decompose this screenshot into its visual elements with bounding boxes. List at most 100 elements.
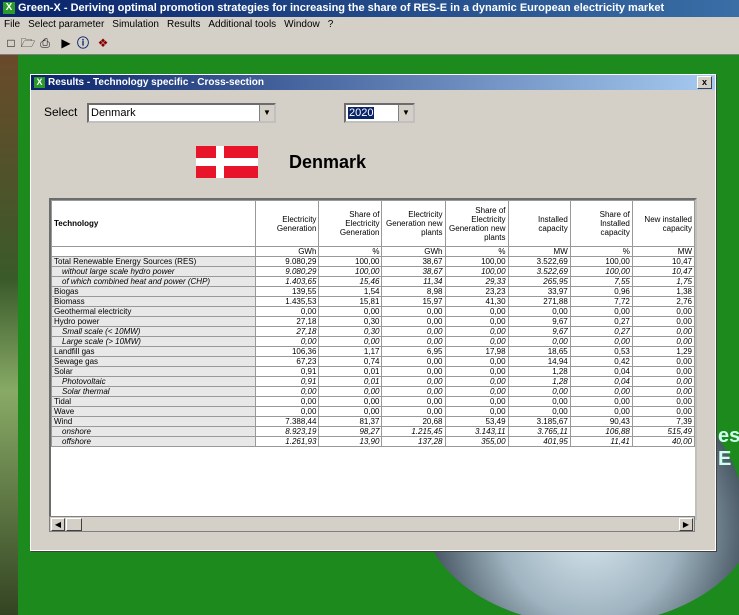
menu-results[interactable]: Results xyxy=(163,17,204,32)
table-row[interactable]: Tidal 0,00 0,00 0,00 0,00 0,00 0,00 0,00 xyxy=(51,396,695,407)
value-cell: 0,00 xyxy=(631,386,695,397)
value-cell: 0,04 xyxy=(569,376,633,387)
table-row[interactable]: Wind 7.388,44 81,37 20,68 53,49 3.185,67 90,43… xyxy=(51,416,695,427)
scroll-left-icon[interactable]: ◀ xyxy=(51,518,65,531)
technology-name-cell: offshore xyxy=(51,436,257,447)
value-cell: 23,23 xyxy=(444,286,509,297)
table-unit-row: GWh % GWh % MW % MW xyxy=(51,246,695,257)
value-cell: 7,55 xyxy=(569,276,633,287)
value-cell: 0,00 xyxy=(444,306,509,317)
menu-select-parameter[interactable]: Select parameter xyxy=(24,17,108,32)
dialog-titlebar[interactable]: X Results - Technology specific - Cross-s… xyxy=(31,75,715,90)
value-cell: 0,00 xyxy=(318,306,383,317)
technology-name-cell: Large scale (> 10MW) xyxy=(51,336,257,347)
value-cell: 0,53 xyxy=(569,346,633,357)
table-row[interactable]: Solar thermal 0,00 0,00 0,00 0,00 0,00 0,00 0,0… xyxy=(51,386,695,397)
menu-window[interactable]: Window xyxy=(280,17,324,32)
technology-name-cell: Small scale (< 10MW) xyxy=(51,326,257,337)
green-x-icon: X xyxy=(3,2,15,14)
table-row[interactable]: Geothermal electricity 0,00 0,00 0,00 0,00 0,… xyxy=(51,306,695,317)
value-cell: 1,17 xyxy=(318,346,383,357)
technology-name-cell: of which combined heat and power (CHP) xyxy=(51,276,257,287)
value-cell: 1.403,65 xyxy=(255,276,320,287)
value-cell: 100,00 xyxy=(569,266,633,277)
menu-simulation[interactable]: Simulation xyxy=(108,17,163,32)
table-row[interactable]: of which combined heat and power (CHP) 1.… xyxy=(51,276,695,287)
table-row[interactable]: Hydro power 27,18 0,30 0,00 0,00 9,67 0,27 0,00 xyxy=(51,316,695,327)
chevron-down-icon[interactable]: ▼ xyxy=(259,105,274,121)
value-cell: 0,00 xyxy=(444,386,509,397)
menu-additional-tools[interactable]: Additional tools xyxy=(204,17,280,32)
year-select[interactable]: 2020 ▼ xyxy=(344,103,415,123)
value-cell: 1,75 xyxy=(631,276,695,287)
value-cell: 15,46 xyxy=(318,276,383,287)
table-row[interactable]: Small scale (< 10MW) 27,18 0,30 0,00 0,00 9,6… xyxy=(51,326,695,337)
value-cell: 0,00 xyxy=(255,396,320,407)
value-cell: 0,00 xyxy=(631,326,695,337)
value-cell: 0,00 xyxy=(444,326,509,337)
table-row[interactable]: Large scale (> 10MW) 0,00 0,00 0,00 0,00 0,00… xyxy=(51,336,695,347)
results-table: Technology Electricity Generation Share … xyxy=(51,200,695,447)
menu-file[interactable]: File xyxy=(0,17,24,32)
technology-name-cell: Biomass xyxy=(51,296,257,307)
value-cell: 106,88 xyxy=(569,426,633,437)
value-cell: 11,34 xyxy=(381,276,446,287)
table-row[interactable]: Photovoltaic 0,91 0,01 0,00 0,00 1,28 0,04 0,00 xyxy=(51,376,695,387)
technology-name-cell: Solar thermal xyxy=(51,386,257,397)
value-cell: 3.522,69 xyxy=(507,256,571,267)
settings-icon[interactable]: ❖ xyxy=(95,35,111,51)
value-cell: 401,95 xyxy=(507,436,571,447)
table-row[interactable]: Biomass 1.435,53 15,81 15,97 41,30 271,88 7,72… xyxy=(51,296,695,307)
value-cell: 3.143,11 xyxy=(444,426,509,437)
value-cell: 139,55 xyxy=(255,286,320,297)
value-cell: 0,00 xyxy=(631,396,695,407)
results-table-container[interactable]: Technology Electricity Generation Share … xyxy=(49,198,697,520)
value-cell: 0,00 xyxy=(631,366,695,377)
horizontal-scrollbar[interactable]: ◀ ▶ xyxy=(49,516,695,532)
value-cell: 0,00 xyxy=(569,406,633,417)
value-cell: 0,00 xyxy=(569,336,633,347)
value-cell: 20,68 xyxy=(381,416,446,427)
toolbar: □ 🗁 ⎙ ▶ ⓘ ❖ xyxy=(0,32,739,55)
app-titlebar[interactable]: X Green-X - Deriving optimal promotion st… xyxy=(0,0,739,17)
value-cell: 1,28 xyxy=(507,366,571,377)
value-cell: 0,00 xyxy=(631,356,695,367)
value-cell: 100,00 xyxy=(569,256,633,267)
table-row[interactable]: Wave 0,00 0,00 0,00 0,00 0,00 0,00 0,00 xyxy=(51,406,695,417)
value-cell: 265,95 xyxy=(507,276,571,287)
unit-cell: GWh xyxy=(255,246,320,257)
print-icon[interactable]: ⎙ xyxy=(37,35,53,51)
menu-help[interactable]: ? xyxy=(324,17,338,32)
open-folder-icon[interactable]: 🗁 xyxy=(20,35,36,51)
unit-cell: % xyxy=(318,246,383,257)
value-cell: 81,37 xyxy=(318,416,383,427)
table-row[interactable]: without large scale hydro power 9.080,29 1… xyxy=(51,266,695,277)
green-x-icon: X xyxy=(34,77,45,88)
value-cell: 27,18 xyxy=(255,316,320,327)
value-cell: 0,00 xyxy=(381,316,446,327)
value-cell: 0,00 xyxy=(255,406,320,417)
table-row[interactable]: Total Renewable Energy Sources (RES) 9.08… xyxy=(51,256,695,267)
run-icon[interactable]: ▶ xyxy=(58,35,74,51)
table-row[interactable]: Sewage gas 67,23 0,74 0,00 0,00 14,94 0,42 0,00 xyxy=(51,356,695,367)
table-row[interactable]: Landfill gas 106,36 1,17 6,95 17,98 18,65 0,53… xyxy=(51,346,695,357)
table-row[interactable]: Biogas 139,55 1,54 8,98 23,23 33,97 0,96 1,38 xyxy=(51,286,695,297)
value-cell: 0,00 xyxy=(381,326,446,337)
scroll-right-icon[interactable]: ▶ xyxy=(679,518,693,531)
country-select[interactable]: Denmark ▼ xyxy=(87,103,276,123)
table-row[interactable]: onshore 8.923,19 98,27 1.215,45 3.143,11 3.76… xyxy=(51,426,695,437)
table-row[interactable]: Solar 0,91 0,01 0,00 0,00 1,28 0,04 0,00 xyxy=(51,366,695,377)
value-cell: 0,30 xyxy=(318,316,383,327)
value-cell: 0,00 xyxy=(631,406,695,417)
value-cell: 100,00 xyxy=(318,256,383,267)
scrollbar-thumb[interactable] xyxy=(66,518,82,531)
value-cell: 9,67 xyxy=(507,316,571,327)
technology-name-cell: without large scale hydro power xyxy=(51,266,257,277)
new-document-icon[interactable]: □ xyxy=(3,35,19,51)
table-row[interactable]: offshore 1.261,93 13,90 137,28 355,00 401,95 1… xyxy=(51,436,695,447)
chevron-down-icon[interactable]: ▼ xyxy=(398,105,413,121)
value-cell: 14,94 xyxy=(507,356,571,367)
close-icon[interactable]: x xyxy=(697,76,712,89)
value-cell: 0,00 xyxy=(507,336,571,347)
info-icon[interactable]: ⓘ xyxy=(75,35,91,51)
